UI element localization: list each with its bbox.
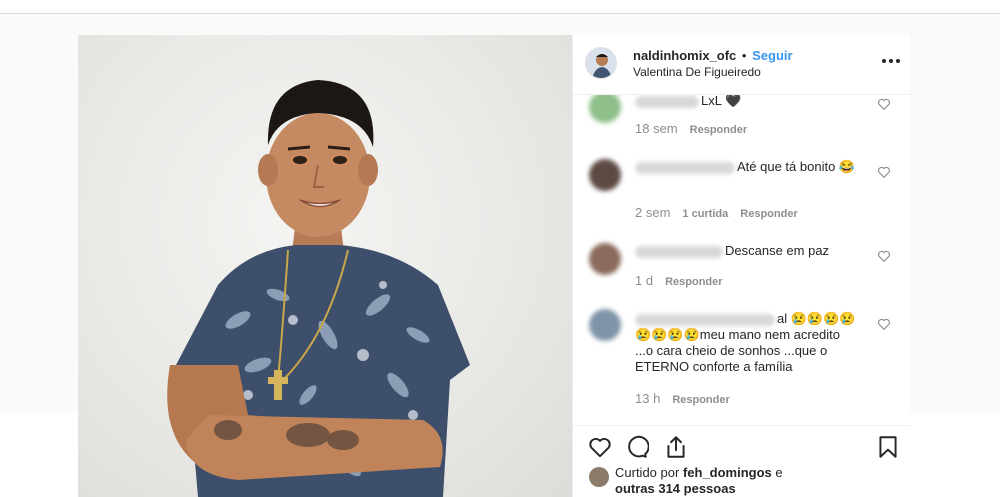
comment-time: 1 d [635, 273, 654, 288]
comment-text-block: Descanse em paz [635, 243, 861, 259]
comment-time: 2 sem [635, 205, 671, 220]
owner-username[interactable]: naldinhomix_ofc [633, 48, 736, 63]
avatar-image [586, 48, 616, 78]
comment-text-block: Até que tá bonito 😂 [635, 159, 861, 175]
comment-meta: 18 sem Responder [635, 121, 747, 136]
separator-dot: • [741, 48, 747, 63]
commenter-avatar[interactable] [589, 159, 621, 191]
blurred-username [635, 313, 775, 326]
follow-button[interactable]: Seguir [752, 48, 792, 63]
liked-by-user[interactable]: feh_domingos [683, 465, 772, 480]
liked-by-prefix: Curtido por [615, 465, 680, 480]
liked-by-conj: e [775, 465, 783, 480]
blurred-username [635, 95, 699, 108]
commenter-avatar[interactable] [589, 95, 621, 123]
reply-button[interactable]: Responder [690, 124, 747, 136]
comment-icon[interactable] [623, 434, 649, 460]
action-bar [573, 425, 911, 465]
liked-by-text: Curtido por feh_domingos e outras 314 pe… [615, 465, 895, 497]
comment-time: 13 h [635, 391, 661, 406]
owner-avatar[interactable] [585, 47, 617, 79]
bookmark-icon[interactable] [875, 434, 901, 460]
post-location[interactable]: Valentina De Figueiredo [633, 65, 761, 79]
comment-likes[interactable]: 1 curtida [682, 208, 728, 220]
owner-line: naldinhomix_ofc • Seguir [633, 48, 793, 63]
commenter-avatar[interactable] [589, 309, 621, 341]
post-side-panel: naldinhomix_ofc • Seguir Valentina De Fi… [572, 35, 911, 497]
post-card: naldinhomix_ofc • Seguir Valentina De Fi… [78, 35, 911, 497]
heart-icon[interactable] [587, 434, 613, 460]
share-icon[interactable] [663, 434, 689, 460]
commenter-avatar[interactable] [589, 243, 621, 275]
blurred-username [635, 245, 723, 258]
person-photo-illustration [167, 80, 470, 497]
comment-like-icon[interactable] [877, 317, 891, 331]
post-header: naldinhomix_ofc • Seguir Valentina De Fi… [573, 35, 911, 95]
more-horizontal-icon[interactable] [881, 53, 901, 69]
comment-like-icon[interactable] [877, 249, 891, 263]
comment-text: LxL 🖤 [701, 95, 742, 108]
comment-like-icon[interactable] [877, 97, 891, 111]
comment-meta: 1 d Responder [635, 273, 723, 288]
blurred-username [635, 161, 735, 174]
liker-avatar[interactable] [589, 467, 609, 487]
comment-meta: 2 sem 1 curtida Responder [635, 205, 798, 220]
comments-list[interactable]: LxL 🖤 18 sem Responder Até que tá bonito… [573, 95, 911, 425]
reply-button[interactable]: Responder [665, 276, 722, 288]
comment-text: Até que tá bonito 😂 [737, 159, 856, 174]
comment-text-block: LxL 🖤 [635, 95, 861, 109]
reply-button[interactable]: Responder [740, 208, 797, 220]
reply-button[interactable]: Responder [672, 394, 729, 406]
comment-like-icon[interactable] [877, 165, 891, 179]
comment-meta: 13 h Responder [635, 391, 730, 406]
comment-time: 18 sem [635, 121, 678, 136]
top-navigation-bar [0, 0, 1000, 14]
comment-text-block: al 😢😢😢😢 😢😢😢😢meu mano nem acredito ...o c… [635, 311, 861, 375]
post-photo[interactable] [78, 35, 572, 497]
liked-by-others[interactable]: outras 314 pessoas [615, 481, 736, 496]
comment-text: Descanse em paz [725, 243, 830, 258]
